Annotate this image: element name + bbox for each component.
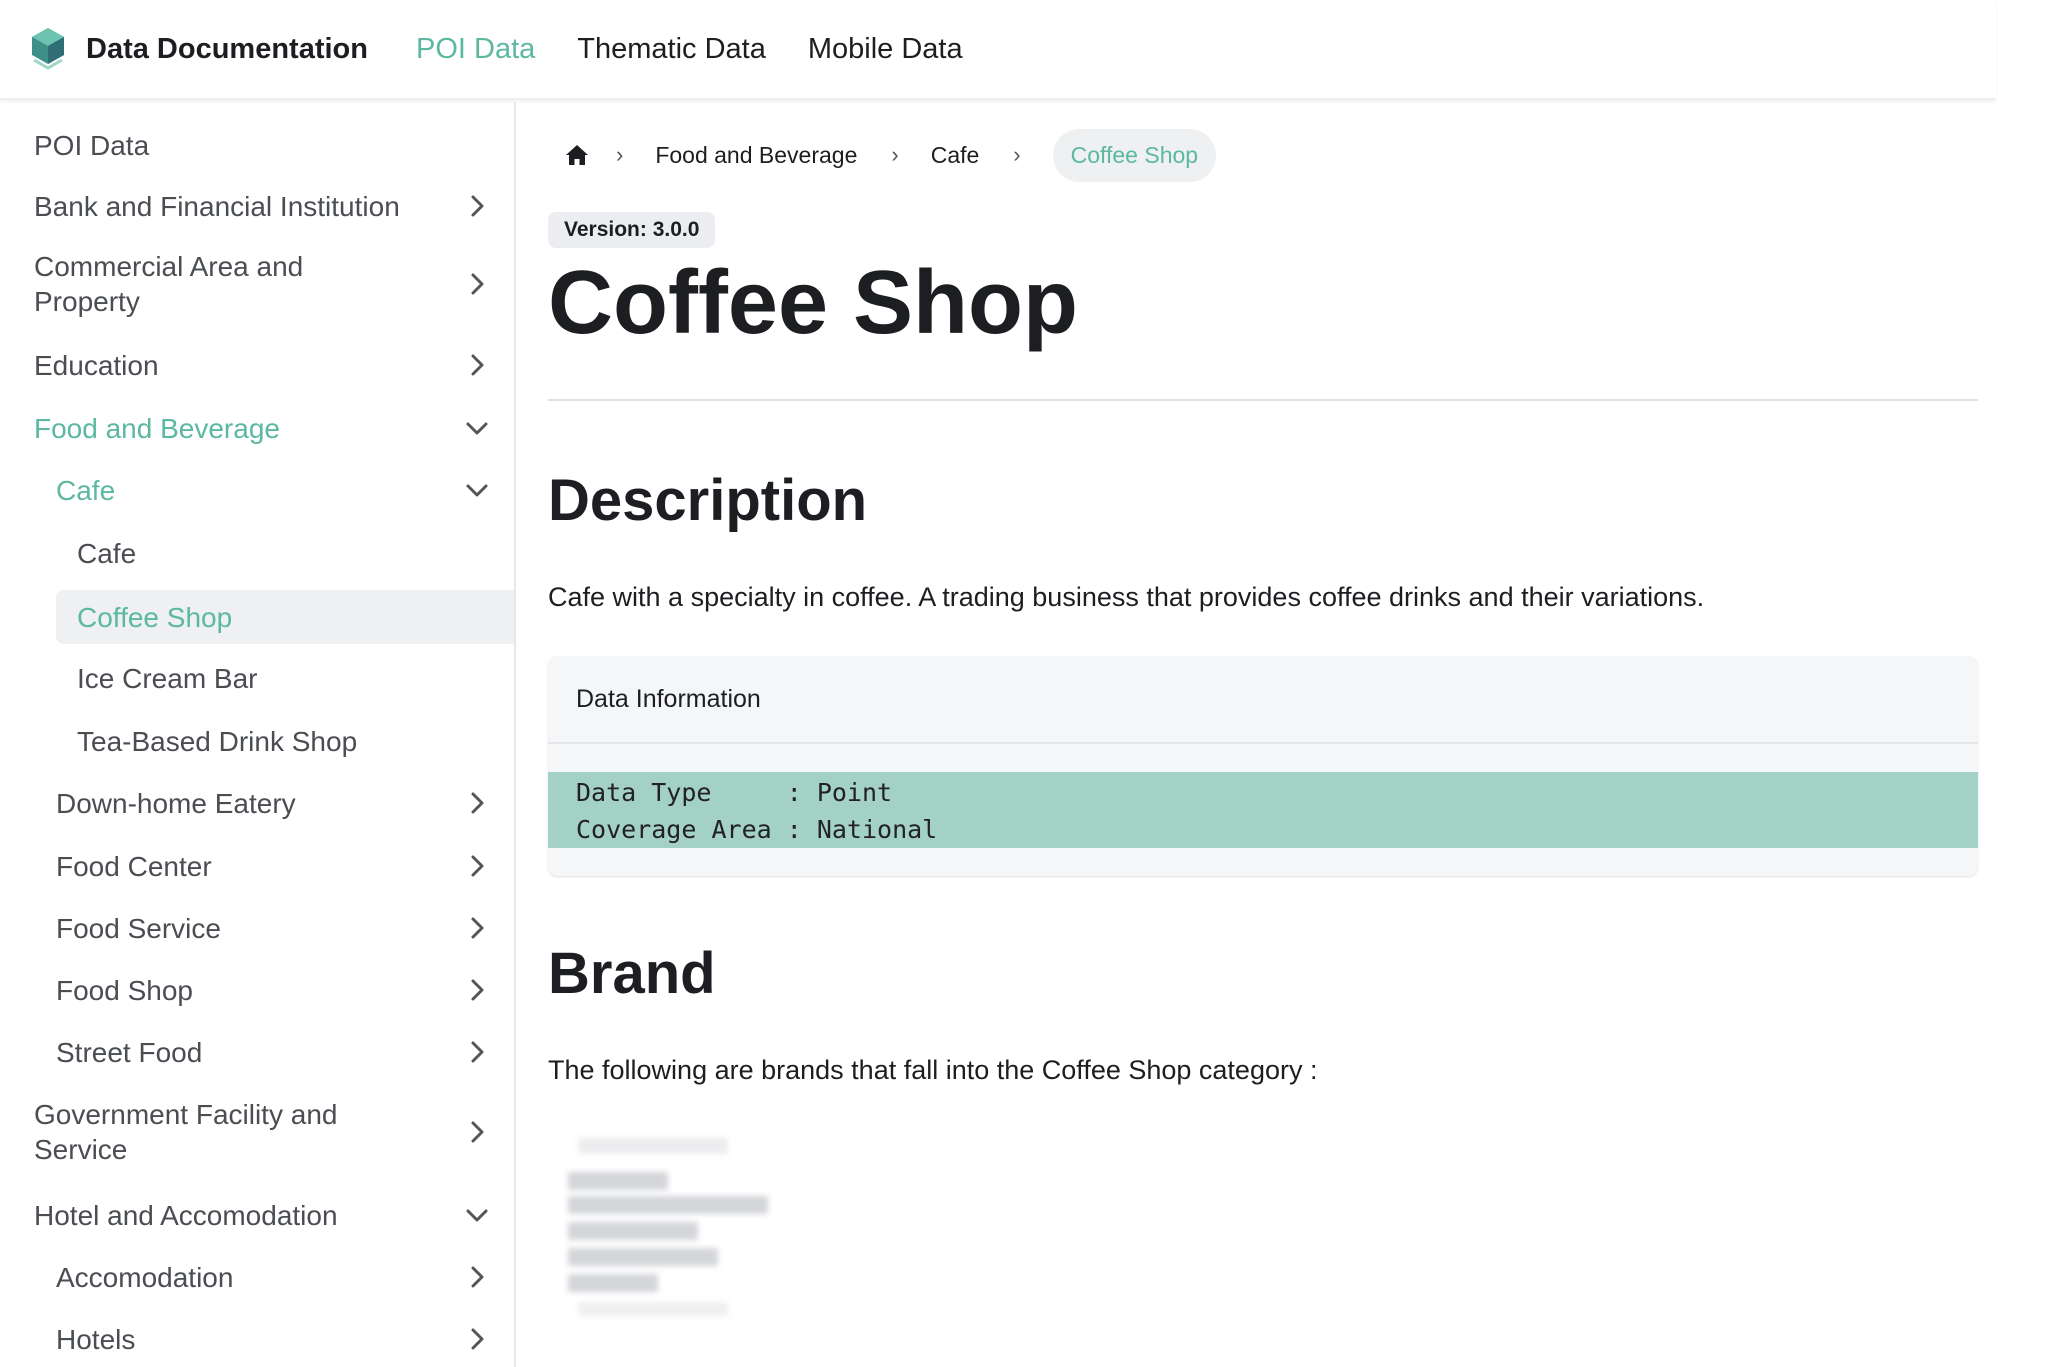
version-badge: Version: 3.0.0: [548, 212, 716, 248]
page-title: Coffee Shop: [548, 253, 1078, 353]
home-icon[interactable]: [564, 142, 590, 168]
sidebar-item-hotel-and-accomodation[interactable]: Hotel and Accomodation: [0, 1195, 514, 1235]
sidebar-item-food-shop[interactable]: Food Shop: [0, 970, 514, 1010]
description-text: Cafe with a specialty in coffee. A tradi…: [548, 582, 1705, 612]
chevron-right-icon[interactable]: [464, 915, 490, 941]
sidebar-item-cafe-group[interactable]: Cafe: [0, 470, 514, 510]
chevron-down-icon[interactable]: [464, 477, 490, 503]
chevron-right-icon[interactable]: [464, 193, 490, 219]
logo-icon: [32, 28, 64, 70]
data-information-card: Data Information Data Type : Point Cover…: [548, 656, 1978, 876]
sidebar-item-label: Tea-Based Drink Shop: [77, 725, 358, 757]
chevron-right-icon[interactable]: [464, 1326, 490, 1352]
description-heading: Description: [548, 468, 868, 533]
chevron-right-icon[interactable]: [464, 977, 490, 1003]
nav-poi-data[interactable]: POI Data: [416, 33, 535, 66]
brand-heading: Brand: [548, 941, 716, 1006]
sidebar-item-label: POI Data: [34, 129, 150, 161]
breadcrumb-food-and-beverage[interactable]: Food and Beverage: [655, 142, 857, 169]
chevron-right-icon[interactable]: [464, 352, 490, 378]
chevron-right-icon[interactable]: [464, 790, 490, 816]
breadcrumb: › Food and Beverage › Cafe › Coffee Shop: [548, 128, 1217, 182]
sidebar-item-label: Food Center: [56, 850, 212, 882]
sidebar-item-government[interactable]: Government Facility and Service: [0, 1092, 514, 1172]
coverage-area-line: Coverage Area : National: [576, 815, 938, 844]
sidebar-item-food-service[interactable]: Food Service: [0, 908, 514, 948]
sidebar-item-label: Hotels: [56, 1323, 136, 1355]
sidebar-item-hotels[interactable]: Hotels: [0, 1319, 514, 1359]
chevron-right-icon[interactable]: [464, 1039, 490, 1065]
sidebar-item-label: Food Service: [56, 912, 221, 944]
sidebar-item-label: Street Food: [56, 1036, 203, 1068]
sidebar-item-label: Bank and Financial Institution: [34, 190, 400, 222]
breadcrumb-separator: ›: [616, 142, 624, 167]
sidebar-item-commercial[interactable]: Commercial Area and Property: [0, 244, 514, 324]
sidebar-item-label: Food Shop: [56, 974, 193, 1006]
chevron-right-icon[interactable]: [464, 271, 490, 297]
chevron-down-icon[interactable]: [464, 415, 490, 441]
data-information-header: Data Information: [548, 656, 1978, 744]
brand-text: The following are brands that fall into …: [548, 1055, 1318, 1085]
sidebar-item-label: Accomodation: [56, 1261, 234, 1293]
sidebar-item-street-food[interactable]: Street Food: [0, 1032, 514, 1072]
sidebar-item-food-center[interactable]: Food Center: [0, 846, 514, 886]
chevron-right-icon[interactable]: [464, 1119, 490, 1145]
sidebar: POI Data Bank and Financial Institution …: [0, 102, 516, 1367]
sidebar-item-label: Education: [34, 349, 159, 381]
sidebar-item-accomodation[interactable]: Accomodation: [0, 1257, 514, 1297]
nav-thematic-data[interactable]: Thematic Data: [577, 33, 766, 66]
sidebar-item-bank[interactable]: Bank and Financial Institution: [0, 186, 514, 226]
data-information-code: Data Type : Point Coverage Area : Nation…: [548, 772, 1978, 848]
data-type-line: Data Type : Point: [576, 778, 893, 807]
sidebar-item-label: Cafe: [56, 474, 116, 506]
sidebar-item-food-and-beverage[interactable]: Food and Beverage: [0, 408, 514, 448]
sidebar-item-poi-data[interactable]: POI Data: [0, 125, 514, 165]
sidebar-item-label: Government Facility and Service: [34, 1099, 338, 1165]
nav-mobile-data[interactable]: Mobile Data: [808, 33, 963, 66]
sidebar-item-label: Hotel and Accomodation: [34, 1199, 338, 1231]
chevron-down-icon[interactable]: [464, 1202, 490, 1228]
sidebar-item-label: Commercial Area and Property: [34, 251, 304, 317]
breadcrumb-separator: ›: [891, 142, 899, 167]
sidebar-item-education[interactable]: Education: [0, 345, 514, 385]
sidebar-item-cafe[interactable]: Cafe: [0, 533, 514, 573]
sidebar-item-label: Food and Beverage: [34, 412, 280, 444]
sidebar-item-coffee-shop[interactable]: Coffee Shop: [0, 597, 514, 637]
sidebar-item-label: Coffee Shop: [77, 601, 233, 633]
sidebar-item-label: Cafe: [77, 537, 137, 569]
breadcrumb-separator: ›: [1013, 142, 1021, 167]
sidebar-item-ice-cream-bar[interactable]: Ice Cream Bar: [0, 658, 514, 698]
sidebar-item-label: Down-home Eatery: [56, 787, 296, 819]
breadcrumb-cafe[interactable]: Cafe: [931, 142, 980, 169]
blurred-brand-list: [568, 1132, 888, 1322]
sidebar-item-tea-based-drink-shop[interactable]: Tea-Based Drink Shop: [0, 721, 514, 761]
title-divider: [548, 399, 1978, 401]
sidebar-item-label: Ice Cream Bar: [77, 662, 258, 694]
site-title: Data Documentation: [86, 32, 368, 65]
brand-link[interactable]: Data Documentation: [30, 26, 368, 72]
chevron-right-icon[interactable]: [464, 1264, 490, 1290]
chevron-right-icon[interactable]: [464, 853, 490, 879]
breadcrumb-current: Coffee Shop: [1052, 128, 1217, 182]
sidebar-item-down-home-eatery[interactable]: Down-home Eatery: [0, 783, 514, 823]
top-navbar: Data Documentation POI Data Thematic Dat…: [0, 0, 1996, 100]
